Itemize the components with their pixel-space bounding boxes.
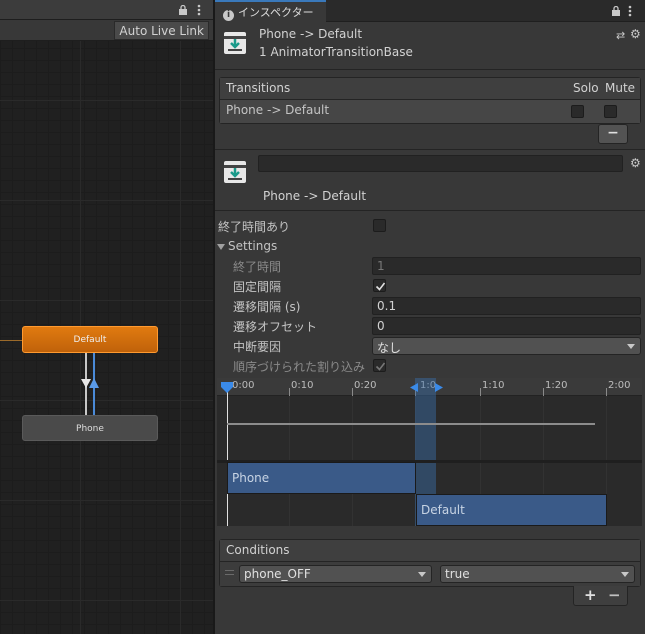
- settings-gear-icon[interactable]: ⚙: [630, 27, 641, 41]
- settings-label: Settings: [228, 239, 278, 253]
- condition-buttons: + −: [573, 586, 628, 606]
- transitions-header: Transitions Solo Mute: [220, 78, 640, 100]
- checkmark-icon: [375, 282, 386, 291]
- transition-title: Phone -> Default: [263, 189, 367, 203]
- dropdown-caret-icon: [418, 572, 426, 577]
- condition-row[interactable]: phone_OFF true: [220, 562, 640, 586]
- inspector-panel: i インスペクター Phone -> Default 1 AnimatorTran…: [215, 0, 645, 634]
- section-separator: [215, 149, 645, 150]
- conditions-header: Conditions: [220, 540, 640, 562]
- condition-parameter-dropdown[interactable]: phone_OFF: [239, 565, 432, 583]
- settings-gear-icon[interactable]: ⚙: [630, 156, 641, 170]
- header-separator: [215, 69, 645, 70]
- inspector-tab-bar: i インスペクター: [215, 0, 645, 22]
- condition-value: true: [445, 567, 470, 581]
- inspector-title: Phone -> Default: [259, 27, 363, 41]
- transition-name-field[interactable]: [258, 155, 623, 172]
- tick-mark: [480, 388, 481, 396]
- tick-mark: [289, 388, 290, 396]
- more-menu-icon[interactable]: [628, 5, 632, 17]
- interruption-source-label: 中断要因: [233, 340, 282, 354]
- transition-offset-field[interactable]: 0: [372, 317, 641, 335]
- destination-state-bar[interactable]: Default: [416, 494, 607, 526]
- conditions-list: Conditions phone_OFF true: [219, 539, 641, 587]
- tick-label: 2:00: [608, 380, 631, 391]
- more-menu-icon[interactable]: [197, 4, 201, 16]
- mute-toggle[interactable]: [604, 105, 617, 118]
- foldout-arrow-icon: [217, 244, 225, 250]
- source-state-label: Phone: [232, 471, 270, 485]
- exit-time-field: 1: [372, 257, 641, 275]
- condition-value-dropdown[interactable]: true: [440, 565, 635, 583]
- add-condition-button[interactable]: +: [584, 586, 597, 604]
- playhead-line: [227, 392, 228, 526]
- transition-row[interactable]: Phone -> Default: [220, 100, 640, 123]
- interruption-source-value: なし: [377, 341, 402, 355]
- exit-time-label: 終了時間: [233, 260, 282, 274]
- transition-row-name: Phone -> Default: [226, 103, 330, 117]
- solo-column-label: Solo: [573, 81, 599, 95]
- tick-label: 1:10: [482, 380, 505, 391]
- interruption-source-dropdown[interactable]: なし: [372, 337, 641, 355]
- destination-state-label: Default: [421, 503, 465, 517]
- remove-transition-button[interactable]: −: [598, 124, 628, 144]
- inspector-subtitle: 1 AnimatorTransitionBase: [259, 45, 413, 59]
- remove-condition-button[interactable]: −: [608, 586, 621, 604]
- checkmark-icon: [375, 362, 386, 371]
- transition-end-handle-icon[interactable]: [435, 383, 443, 392]
- transition-timeline[interactable]: 0:00 0:10 0:20 1:0 1:10 1:20 2:00 Phone …: [217, 378, 642, 526]
- animator-graph[interactable]: Auto Live Link Default Phone: [0, 0, 213, 634]
- tick-mark: [606, 388, 607, 396]
- transition-offset-label: 遷移オフセット: [233, 320, 318, 334]
- has-exit-time-checkbox[interactable]: [373, 219, 386, 232]
- settings-foldout[interactable]: Settings: [217, 239, 277, 253]
- state-node-default[interactable]: Default: [22, 326, 158, 353]
- has-exit-time-label: 終了時間あり: [218, 220, 291, 234]
- transition-arrows[interactable]: [78, 353, 102, 415]
- tick-label: 0:20: [354, 380, 377, 391]
- transition-start-handle-icon[interactable]: [410, 383, 418, 392]
- dropdown-caret-icon: [627, 344, 635, 349]
- start-marker-icon[interactable]: [221, 382, 233, 393]
- transition-icon: [224, 32, 246, 54]
- tab-inspector[interactable]: i インスペクター: [215, 0, 326, 22]
- transition-duration-field[interactable]: 0.1: [372, 297, 641, 315]
- tick-label: 1:20: [545, 380, 568, 391]
- mute-column-label: Mute: [605, 81, 636, 95]
- transition-duration-label: 遷移間隔 (s): [233, 300, 301, 314]
- source-state-bar[interactable]: Phone: [227, 462, 416, 494]
- transitions-header-label: Transitions: [226, 81, 291, 95]
- info-icon: i: [223, 10, 234, 21]
- fixed-duration-checkbox[interactable]: [373, 279, 386, 292]
- condition-parameter-value: phone_OFF: [244, 567, 311, 581]
- dropdown-caret-icon: [621, 572, 629, 577]
- conditions-header-label: Conditions: [226, 543, 290, 557]
- drag-handle-icon[interactable]: [225, 570, 234, 575]
- parameter-curve: [227, 423, 595, 425]
- transition-icon: [224, 161, 246, 183]
- transitions-list: Transitions Solo Mute Phone -> Default: [219, 77, 641, 124]
- lock-icon[interactable]: [178, 5, 188, 15]
- tab-inspector-label: インスペクター: [238, 6, 314, 19]
- graph-toolbar: Auto Live Link: [0, 20, 213, 41]
- preset-icon[interactable]: ⇄: [616, 29, 625, 42]
- solo-toggle[interactable]: [571, 105, 584, 118]
- tick-label: 0:10: [291, 380, 314, 391]
- entry-transition-line: [0, 340, 22, 341]
- tick-label: 0:00: [232, 380, 255, 391]
- ordered-interruption-label: 順序づけられた割り込み: [233, 360, 366, 374]
- section-separator: [215, 210, 645, 211]
- fixed-duration-label: 固定間隔: [233, 280, 282, 294]
- tick-mark: [352, 388, 353, 396]
- ordered-interruption-checkbox: [373, 359, 386, 372]
- auto-live-link-button[interactable]: Auto Live Link: [114, 21, 209, 40]
- lock-icon[interactable]: [611, 6, 621, 16]
- tick-mark: [543, 388, 544, 396]
- state-node-phone[interactable]: Phone: [22, 415, 158, 441]
- graph-tab-bar: [0, 0, 213, 20]
